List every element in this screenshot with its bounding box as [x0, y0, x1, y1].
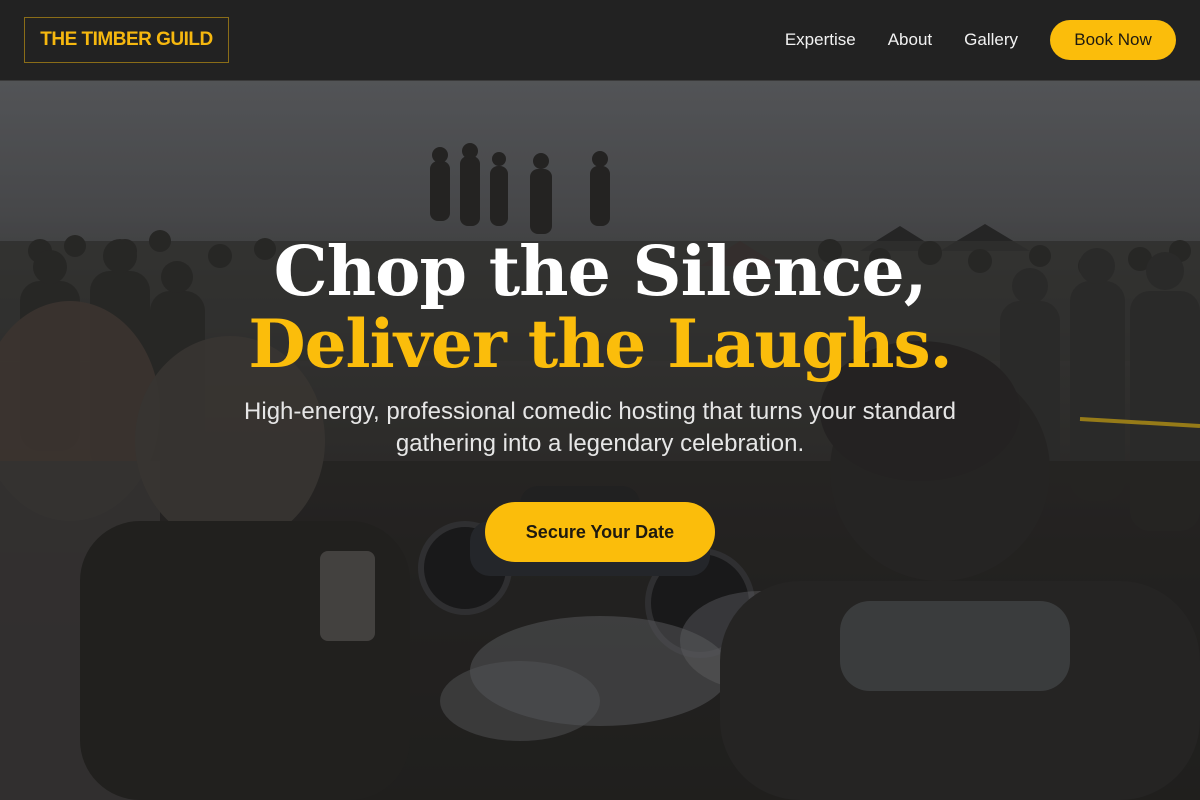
book-now-button[interactable]: Book Now — [1050, 20, 1176, 60]
main-nav: Expertise About Gallery Book Now — [785, 20, 1176, 60]
hero-section: Chop the Silence, Deliver the Laughs. Hi… — [0, 81, 1200, 800]
hero-subtitle: High-energy, professional comedic hostin… — [244, 398, 956, 457]
nav-link-gallery[interactable]: Gallery — [964, 30, 1018, 50]
nav-link-expertise[interactable]: Expertise — [785, 30, 856, 50]
brand-logo[interactable]: THE TIMBER GUILD — [24, 17, 229, 63]
page: THE TIMBER GUILD Expertise About Gallery… — [0, 0, 1200, 800]
hero-headline-line-1: Chop the Silence, — [273, 232, 928, 312]
site-header: THE TIMBER GUILD Expertise About Gallery… — [0, 0, 1200, 81]
nav-link-about[interactable]: About — [888, 30, 932, 50]
hero-headline-line-2: Deliver the Laughs. — [248, 305, 952, 383]
hero-content: Chop the Silence, Deliver the Laughs. Hi… — [0, 81, 1200, 800]
secure-your-date-button[interactable]: Secure Your Date — [485, 502, 715, 562]
